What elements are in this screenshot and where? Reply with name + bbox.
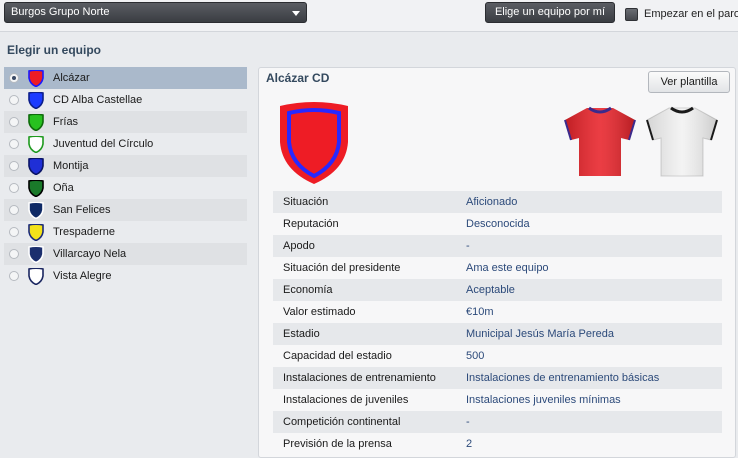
team-list-item[interactable]: Oña xyxy=(4,177,247,199)
info-value: €10m xyxy=(466,306,494,318)
team-shield-icon xyxy=(28,114,44,131)
team-name: Villarcayo Nela xyxy=(53,248,127,260)
team-shield-icon xyxy=(28,92,44,109)
info-row: Reputación Desconocida xyxy=(273,213,722,235)
team-shield-icon xyxy=(28,180,44,197)
info-row: Instalaciones de entrenamiento Instalacio… xyxy=(273,367,722,389)
info-label: Previsión de la prensa xyxy=(283,438,392,450)
info-label: Estadio xyxy=(283,328,320,340)
league-select-value: Burgos Grupo Norte xyxy=(11,6,110,18)
start-unemployed-checkbox[interactable] xyxy=(625,8,638,21)
team-radio[interactable] xyxy=(9,249,19,259)
info-label: Instalaciones de entrenamiento xyxy=(283,372,436,384)
info-value: Aficionado xyxy=(466,196,518,208)
info-label: Reputación xyxy=(283,218,339,230)
team-list-item[interactable]: Frías xyxy=(4,111,247,133)
team-shield-icon xyxy=(28,268,44,285)
team-radio[interactable] xyxy=(9,73,19,83)
team-list-item[interactable]: Juventud del Círculo xyxy=(4,133,247,155)
team-list-item[interactable]: San Felices xyxy=(4,199,247,221)
team-list-item[interactable]: Trespaderne xyxy=(4,221,247,243)
team-shield-icon xyxy=(28,136,44,153)
team-shield-icon xyxy=(28,246,44,263)
team-radio[interactable] xyxy=(9,205,19,215)
info-value: 2 xyxy=(466,438,473,450)
info-value: - xyxy=(466,416,470,428)
team-name: Oña xyxy=(53,182,74,194)
info-label: Situación xyxy=(283,196,329,208)
info-value: Instalaciones juveniles mínimas xyxy=(466,394,621,406)
info-value: - xyxy=(466,240,470,252)
team-name: Frías xyxy=(53,116,79,128)
info-row: Previsión de la prensa 2 xyxy=(273,433,722,455)
team-radio[interactable] xyxy=(9,139,19,149)
team-shield-icon xyxy=(28,158,44,175)
info-label: Instalaciones de juveniles xyxy=(283,394,409,406)
team-shield-icon xyxy=(28,70,44,87)
team-name: Vista Alegre xyxy=(53,270,112,282)
info-row: Instalaciones de juveniles Instalaciones … xyxy=(273,389,722,411)
team-list-item[interactable]: CD Alba Castellae xyxy=(4,89,247,111)
team-radio[interactable] xyxy=(9,117,19,127)
chevron-down-icon xyxy=(292,11,300,16)
info-value: Desconocida xyxy=(466,218,530,230)
club-info-panel: Alcázar CD Ver plantilla Situación Afici… xyxy=(258,67,736,458)
pick-team-for-me-button[interactable]: Elige un equipo por mí xyxy=(485,2,615,23)
section-title: Elegir un equipo xyxy=(7,43,102,57)
info-row: Valor estimado €10m xyxy=(273,301,722,323)
team-list-item[interactable]: Vista Alegre xyxy=(4,265,247,287)
home-kit-icon xyxy=(564,106,636,176)
team-radio[interactable] xyxy=(9,227,19,237)
start-unemployed-label: Empezar en el paro xyxy=(644,8,738,20)
info-row: Competición continental - xyxy=(273,411,722,433)
away-kit-icon xyxy=(646,106,718,177)
view-squad-button[interactable]: Ver plantilla xyxy=(648,71,730,93)
info-row: Situación Aficionado xyxy=(273,191,722,213)
team-name: CD Alba Castellae xyxy=(53,94,143,106)
info-row: Situación del presidente Ama este equipo xyxy=(273,257,722,279)
team-list-item[interactable]: Villarcayo Nela xyxy=(4,243,247,265)
info-row: Capacidad del estadio 500 xyxy=(273,345,722,367)
team-name: San Felices xyxy=(53,204,111,216)
team-radio[interactable] xyxy=(9,183,19,193)
team-shield-icon xyxy=(28,202,44,219)
team-list: Alcázar CD Alba Castellae Frías Juventud de… xyxy=(4,67,247,287)
team-radio[interactable] xyxy=(9,95,19,105)
top-bar: Burgos Grupo Norte Elige un equipo por m… xyxy=(0,0,738,32)
info-value: Aceptable xyxy=(466,284,515,296)
team-name: Montija xyxy=(53,160,89,172)
info-label: Economía xyxy=(283,284,333,296)
team-name: Alcázar xyxy=(53,72,90,84)
league-select[interactable]: Burgos Grupo Norte xyxy=(4,2,307,23)
team-name: Trespaderne xyxy=(53,226,115,238)
club-info-table: Situación Aficionado Reputación Desconocida… xyxy=(273,191,722,455)
team-list-item[interactable]: Montija xyxy=(4,155,247,177)
info-label: Valor estimado xyxy=(283,306,356,318)
team-radio[interactable] xyxy=(9,161,19,171)
team-radio[interactable] xyxy=(9,271,19,281)
info-value: Ama este equipo xyxy=(466,262,549,274)
info-value: Municipal Jesús María Pereda xyxy=(466,328,614,340)
team-list-item[interactable]: Alcázar xyxy=(4,67,247,89)
info-value: 500 xyxy=(466,350,485,362)
info-value: Instalaciones de entrenamiento básicas xyxy=(466,372,660,384)
info-row: Estadio Municipal Jesús María Pereda xyxy=(273,323,722,345)
info-label: Apodo xyxy=(283,240,315,252)
club-title: Alcázar CD xyxy=(266,71,330,85)
team-shield-icon xyxy=(28,224,44,241)
info-label: Situación del presidente xyxy=(283,262,401,274)
team-name: Juventud del Círculo xyxy=(53,138,154,150)
info-label: Competición continental xyxy=(283,416,401,428)
club-crest-icon xyxy=(280,102,348,184)
info-row: Economía Aceptable xyxy=(273,279,722,301)
info-row: Apodo - xyxy=(273,235,722,257)
info-label: Capacidad del estadio xyxy=(283,350,392,362)
